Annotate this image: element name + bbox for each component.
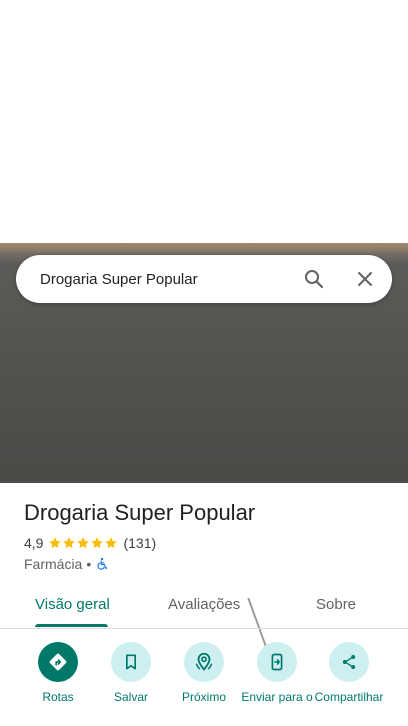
search-icon [305, 270, 324, 289]
active-tab-indicator [35, 624, 108, 627]
tab-reviews[interactable]: Avaliações [168, 596, 240, 613]
review-count[interactable]: (131) [123, 535, 156, 551]
send-to-phone-button[interactable]: Enviar para o [239, 642, 315, 704]
search-input[interactable]: Drogaria Super Popular [40, 271, 392, 288]
clear-search-button[interactable] [353, 267, 377, 296]
star-icon [91, 537, 104, 549]
rating-row[interactable]: 4,9 (131) [24, 535, 156, 551]
save-button[interactable]: Salvar [93, 642, 169, 704]
place-category: Farmácia [24, 556, 83, 572]
share-label: Compartilhar [314, 690, 384, 704]
rating-stars [48, 536, 118, 550]
star-icon [63, 537, 76, 549]
search-button[interactable] [302, 267, 326, 296]
send-to-phone-circle [257, 642, 297, 682]
directions-icon [49, 653, 67, 671]
save-circle [111, 642, 151, 682]
star-icon [49, 537, 62, 549]
close-icon [358, 272, 372, 286]
share-button[interactable]: Compartilhar [311, 642, 387, 704]
directions-label: Rotas [42, 690, 74, 704]
separator-dot: • [86, 556, 92, 572]
send-to-phone-label: Enviar para o [241, 690, 313, 704]
map-blank-area [0, 0, 408, 243]
search-bar[interactable]: Drogaria Super Popular [16, 255, 392, 303]
send-to-phone-icon [271, 653, 283, 671]
nearby-button[interactable]: Próximo [166, 642, 242, 704]
directions-circle [38, 642, 78, 682]
rating-value: 4,9 [24, 535, 44, 551]
nearby-label: Próximo [181, 690, 226, 704]
tab-about[interactable]: Sobre [316, 596, 356, 613]
share-icon [342, 655, 356, 669]
bookmark-icon [126, 654, 136, 670]
share-circle [329, 642, 369, 682]
wheelchair-icon [97, 557, 108, 570]
star-icon [105, 537, 118, 549]
save-label: Salvar [113, 690, 148, 704]
place-title: Drogaria Super Popular [24, 500, 256, 525]
action-buttons: Rotas Salvar Próximo Enviar para o Compa… [0, 628, 408, 726]
star-icon [77, 537, 90, 549]
nearby-icon [195, 652, 213, 671]
category-row: Farmácia • [24, 556, 109, 572]
place-tabs: Visão geral Avaliações Sobre [0, 584, 408, 629]
directions-button[interactable]: Rotas [20, 642, 96, 704]
nearby-circle [184, 642, 224, 682]
tab-overview[interactable]: Visão geral [35, 596, 110, 613]
